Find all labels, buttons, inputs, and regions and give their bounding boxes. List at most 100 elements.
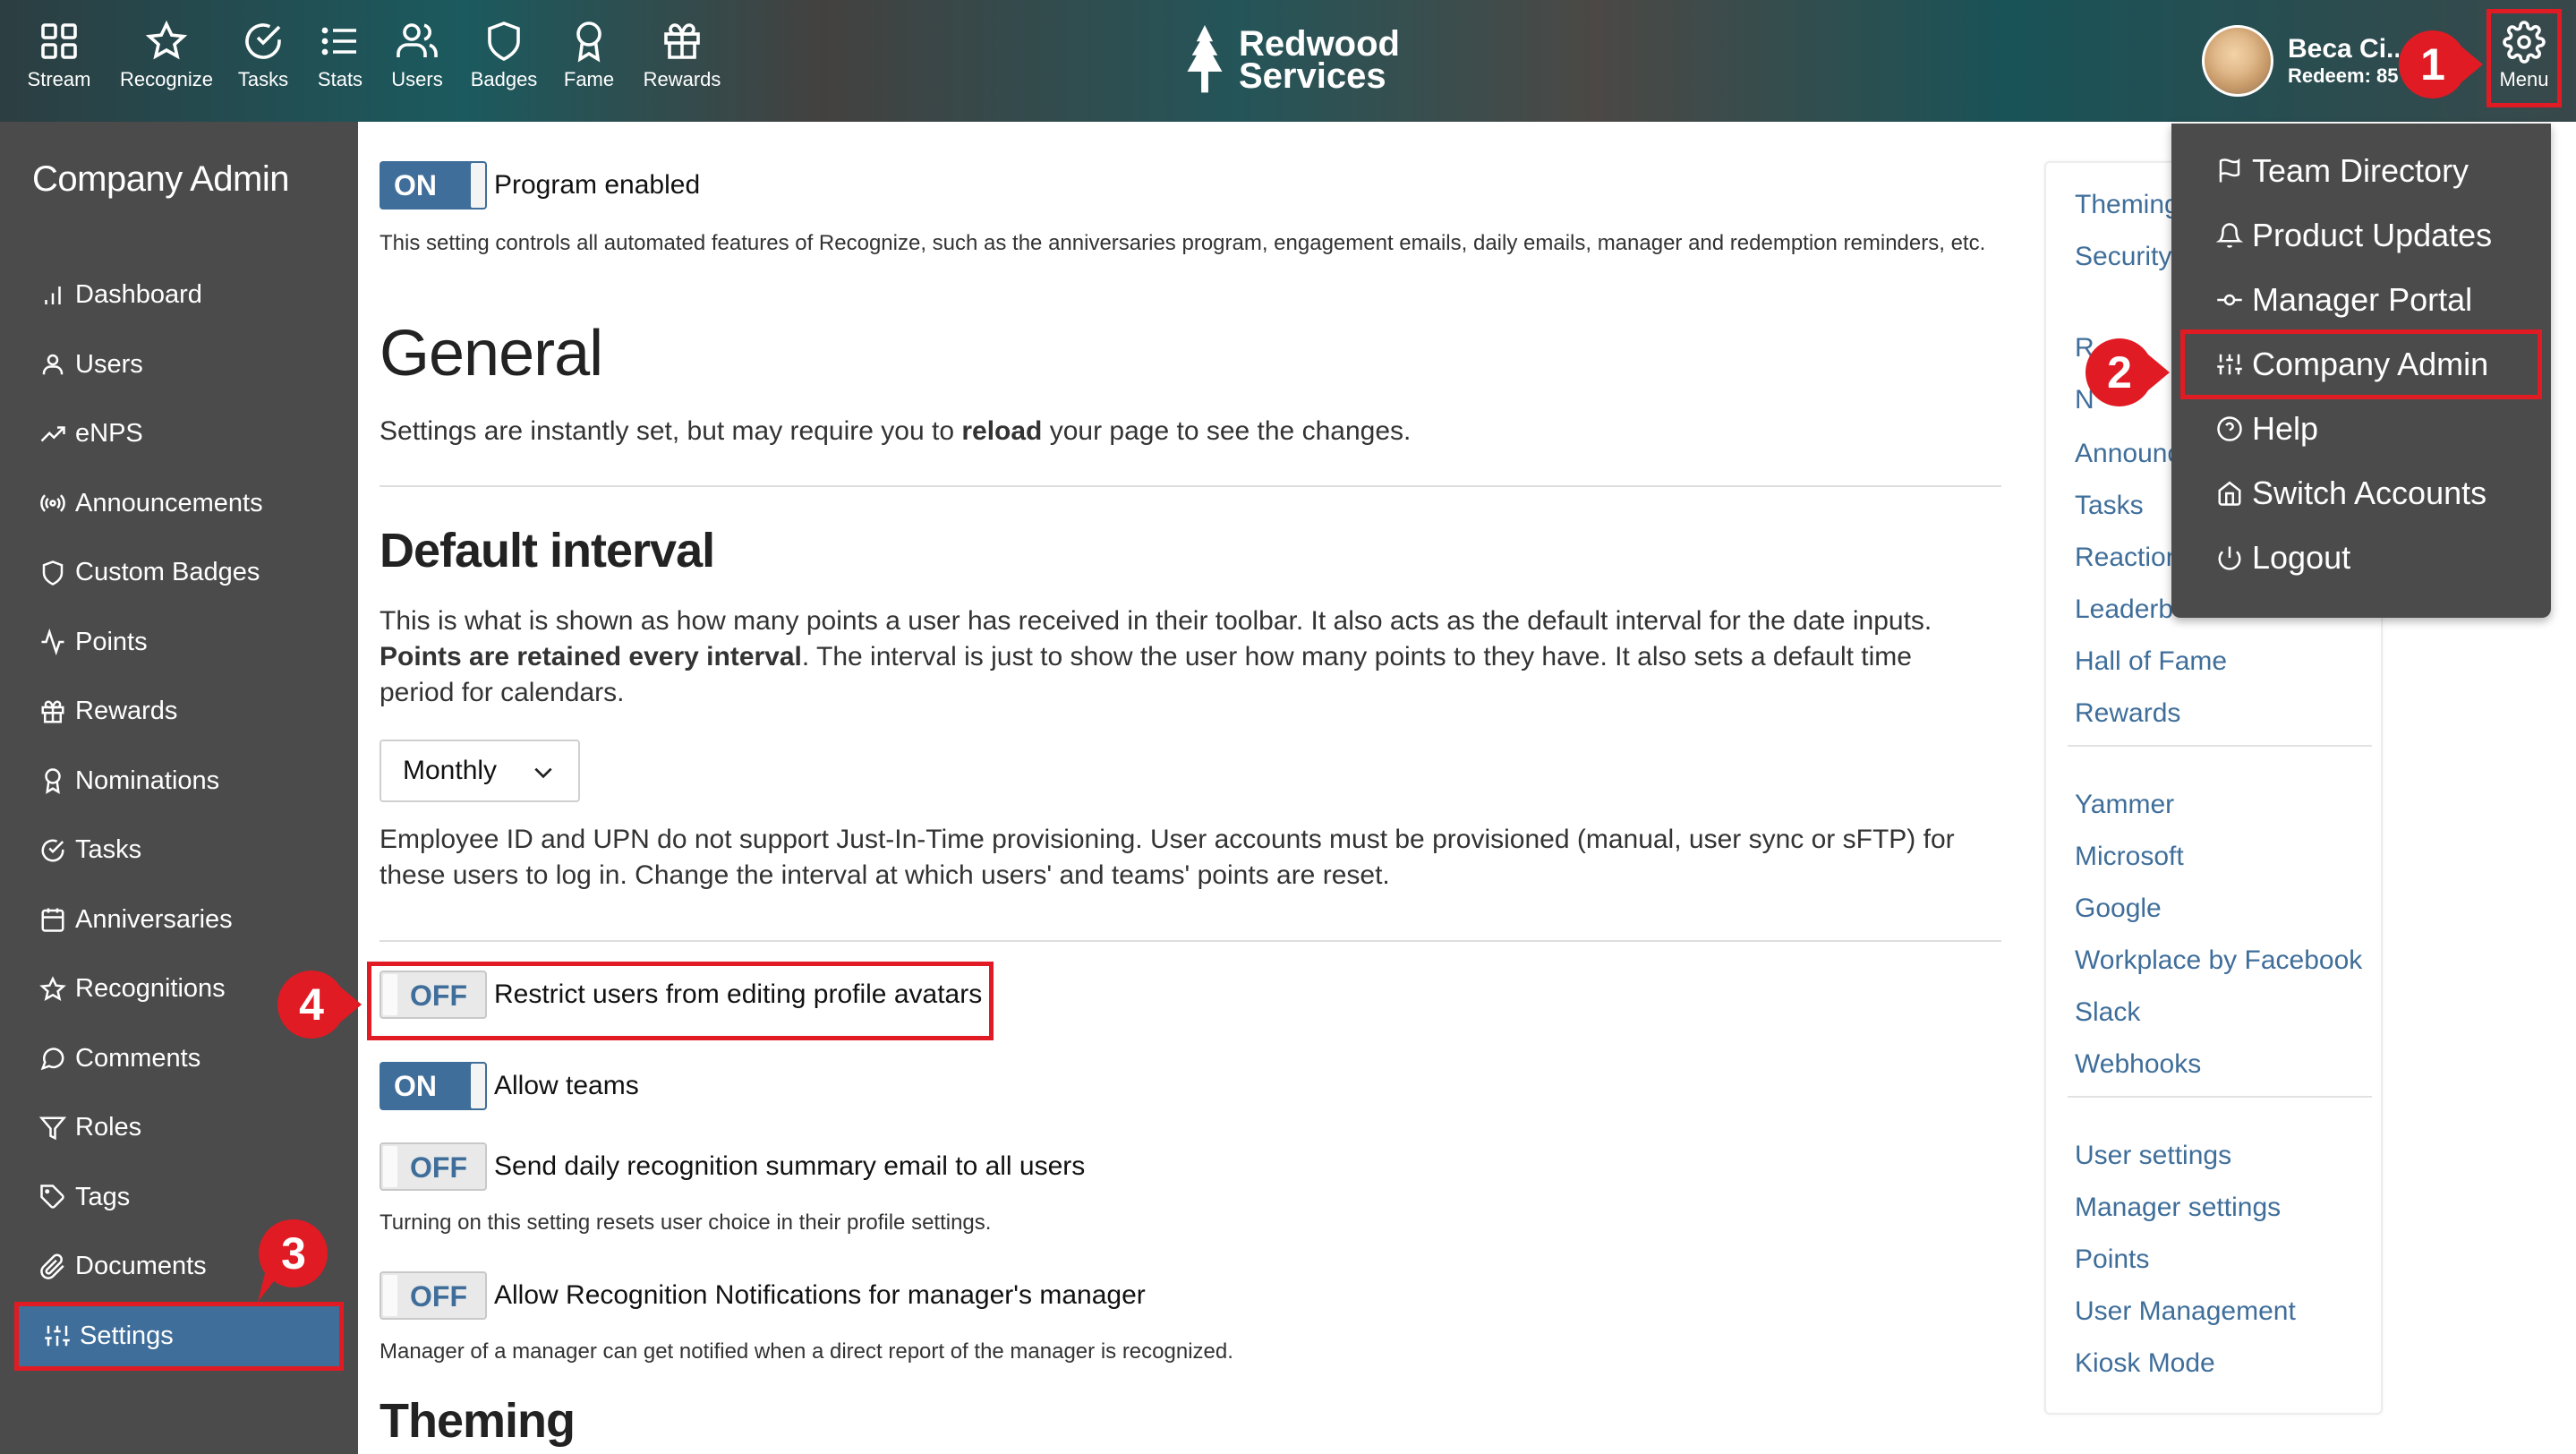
sidebar-item-label: Custom Badges: [75, 558, 260, 587]
menu-item-logout[interactable]: Logout: [2216, 539, 2350, 577]
daily-summary-row: OFF Send daily recognition summary email…: [380, 1142, 1085, 1191]
bell-icon: [2216, 223, 2243, 248]
nav-stream[interactable]: Stream: [5, 20, 113, 91]
sidebar-item-label: Anniversaries: [75, 904, 233, 934]
nav-rewards-label: Rewards: [643, 68, 721, 90]
section-link-webhooks[interactable]: Webhooks: [2075, 1049, 2201, 1080]
home-icon: [2218, 481, 2241, 506]
sidebar-item-users[interactable]: Users: [0, 330, 358, 400]
tag-icon: [40, 1185, 64, 1209]
menu-item-switch-accounts[interactable]: Switch Accounts: [2216, 475, 2486, 512]
section-link-kiosk-mode[interactable]: Kiosk Mode: [2075, 1348, 2215, 1379]
allow-teams-toggle[interactable]: ON: [380, 1062, 487, 1110]
sidebar-item-points[interactable]: Points: [0, 608, 358, 678]
commit-icon: [2217, 294, 2242, 306]
menu-item-help[interactable]: Help: [2216, 410, 2318, 448]
section-link-tasks[interactable]: Tasks: [2075, 491, 2144, 521]
callout-marker-3: 3: [256, 1216, 331, 1302]
nav-recognize[interactable]: Recognize: [113, 20, 220, 91]
section-link-slack[interactable]: Slack: [2075, 997, 2140, 1028]
general-description-post: your page to see the changes.: [1042, 416, 1412, 446]
divider: [2068, 1096, 2372, 1098]
general-description: Settings are instantly set, but may requ…: [380, 414, 2000, 449]
daily-summary-label: Send daily recognition summary email to …: [494, 1151, 1086, 1181]
toggle-state: OFF: [410, 1151, 467, 1184]
section-link-microsoft[interactable]: Microsoft: [2075, 842, 2184, 872]
calendar-icon: [41, 908, 64, 932]
gear-icon: [2503, 21, 2546, 64]
section-link-user-management[interactable]: User Management: [2075, 1296, 2296, 1327]
user-profile[interactable]: Beca Ci.. Redeem: 85p: [2202, 25, 2399, 97]
nav-users-label: Users: [391, 68, 443, 90]
section-link-theming[interactable]: Theming: [2075, 190, 2179, 220]
user-name: Beca Ci..: [2288, 34, 2399, 64]
brand-logo[interactable]: Redwood Services: [1181, 25, 1400, 95]
managers-manager-toggle[interactable]: OFF: [380, 1271, 487, 1320]
nav-rewards[interactable]: Rewards: [628, 20, 736, 91]
sidebar-item-label: Tasks: [75, 835, 142, 865]
sidebar-item-enps[interactable]: eNPS: [0, 399, 358, 469]
theming-heading: Theming: [380, 1394, 576, 1448]
program-enabled-label: Program enabled: [494, 170, 701, 200]
section-link-reactions[interactable]: Reaction: [2075, 543, 2180, 573]
check-circle-icon: [41, 839, 64, 862]
section-link-google[interactable]: Google: [2075, 894, 2162, 924]
sidebar-item-rewards[interactable]: Rewards: [0, 677, 358, 747]
nav-tasks-label: Tasks: [237, 68, 289, 90]
section-link-hall-of-fame[interactable]: Hall of Fame: [2075, 646, 2227, 677]
sidebar-item-tasks[interactable]: Tasks: [0, 816, 358, 885]
section-link-points[interactable]: Points: [2075, 1244, 2149, 1275]
brand-line-2: Services: [1239, 56, 1386, 96]
section-link-announcements[interactable]: Announc: [2075, 439, 2180, 469]
toggle-state: ON: [394, 169, 437, 201]
sidebar-item-announcements[interactable]: Announcements: [0, 469, 358, 539]
sidebar-item-label: Announcements: [75, 488, 263, 517]
company-admin-highlight: [2180, 329, 2542, 399]
interval-description-bold: Points are retained every interval: [380, 642, 802, 671]
section-link-security[interactable]: Security: [2075, 242, 2171, 272]
callout-marker-2: 2: [2082, 335, 2170, 410]
default-interval-select[interactable]: Monthly: [380, 740, 580, 802]
star-icon: [39, 975, 66, 1001]
section-link-user-settings[interactable]: User settings: [2075, 1141, 2231, 1171]
sidebar-item-roles[interactable]: Roles: [0, 1093, 358, 1163]
avatar[interactable]: [2202, 25, 2273, 97]
menu-button[interactable]: Menu: [2486, 9, 2562, 107]
sidebar-item-anniversaries[interactable]: Anniversaries: [0, 885, 358, 955]
section-link-manager-settings[interactable]: Manager settings: [2075, 1193, 2281, 1223]
toggle-state: OFF: [410, 1280, 467, 1313]
user-icon: [42, 355, 64, 375]
default-interval-heading: Default interval: [380, 524, 715, 577]
sidebar-item-label: Roles: [75, 1113, 142, 1142]
section-link-rewards[interactable]: Rewards: [2075, 698, 2180, 729]
sidebar-item-settings[interactable]: Settings: [14, 1301, 344, 1371]
interval-description-pre: This is what is shown as how many points…: [380, 606, 1932, 636]
sidebar-item-label: Points: [75, 627, 148, 656]
menu-item-manager-portal[interactable]: Manager Portal: [2216, 281, 2472, 319]
award-icon: [576, 21, 601, 63]
menu-item-product-updates[interactable]: Product Updates: [2216, 217, 2492, 254]
managers-manager-label: Allow Recognition Notifications for mana…: [494, 1280, 1146, 1310]
nav-stats-label: Stats: [317, 68, 363, 90]
sidebar-item-nominations[interactable]: Nominations: [0, 747, 358, 817]
paperclip-icon: [40, 1253, 64, 1279]
program-enabled-toggle[interactable]: ON: [380, 161, 487, 210]
sidebar-item-custom-badges[interactable]: Custom Badges: [0, 538, 358, 608]
sidebar-item-dashboard[interactable]: Dashboard: [0, 261, 358, 330]
sliders-icon: [45, 1326, 70, 1347]
list-icon: [321, 27, 356, 56]
section-link-yammer[interactable]: Yammer: [2075, 790, 2174, 820]
section-link-leaderboards[interactable]: Leaderb: [2075, 594, 2173, 625]
menu-item-label: Product Updates: [2252, 217, 2493, 253]
sidebar-item-label: Nominations: [75, 765, 220, 795]
general-description-pre: Settings are instantly set, but may requ…: [380, 416, 962, 446]
daily-summary-toggle[interactable]: OFF: [380, 1142, 487, 1191]
help-circle-icon: [2217, 416, 2242, 441]
provisioning-note: Employee ID and UPN do not support Just-…: [380, 825, 1955, 890]
callout-marker-1: 1: [2395, 27, 2483, 102]
nav-fame[interactable]: Fame: [535, 20, 643, 91]
nav-badges-label: Badges: [470, 68, 538, 90]
section-link-workplace[interactable]: Workplace by Facebook: [2075, 945, 2362, 976]
menu-item-team-directory[interactable]: Team Directory: [2216, 152, 2469, 190]
callout-number: 1: [2420, 39, 2445, 90]
